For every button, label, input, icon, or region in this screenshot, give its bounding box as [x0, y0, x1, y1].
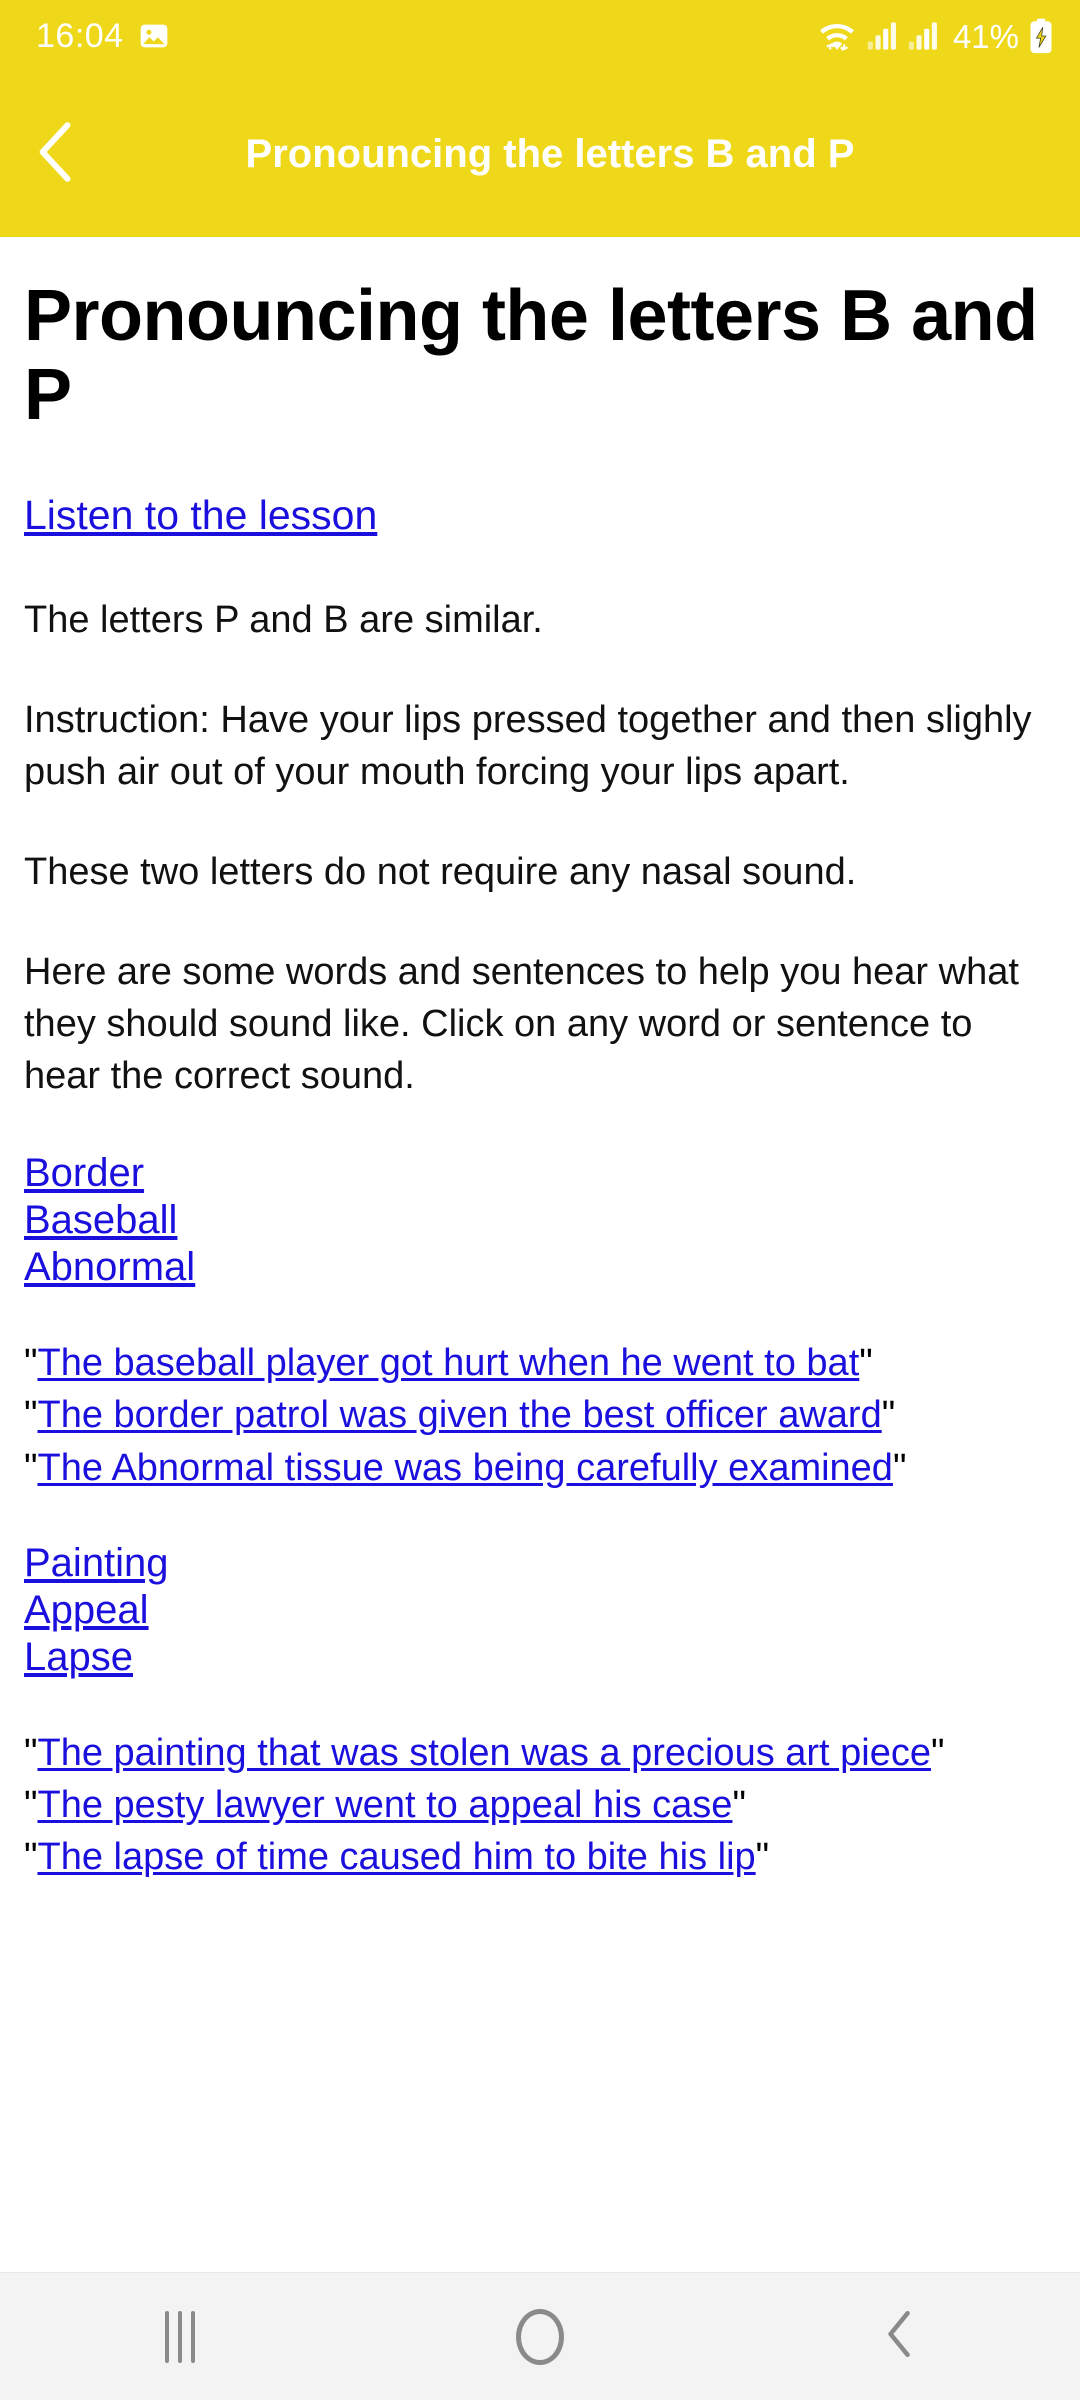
sentence-link-painting[interactable]: The painting that was stolen was a preci…	[38, 1732, 932, 1774]
quote-close: "	[892, 1446, 907, 1489]
sentence-list-b: "The baseball player got hurt when he we…	[24, 1337, 1056, 1493]
list-item: "The Abnormal tissue was being carefully…	[24, 1442, 1056, 1494]
list-item: Lapse	[24, 1634, 1056, 1681]
list-item: "The lapse of time caused him to bite hi…	[24, 1831, 1056, 1883]
paragraph-letters-similar: The letters P and B are similar.	[24, 598, 543, 641]
paragraph-nasal-sound: These two letters do not require any nas…	[24, 850, 857, 893]
list-item: "The painting that was stolen was a prec…	[24, 1727, 1056, 1779]
list-item: Appeal	[24, 1587, 1056, 1634]
word-link-lapse[interactable]: Lapse	[24, 1634, 133, 1681]
sentence-link-border[interactable]: The border patrol was given the best off…	[38, 1394, 882, 1436]
back-nav-button[interactable]	[800, 2273, 1000, 2400]
list-item: "The border patrol was given the best of…	[24, 1389, 1056, 1441]
battery-percent: 41%	[952, 17, 1019, 55]
status-bar-right: 41%	[816, 18, 1054, 54]
word-link-appeal[interactable]: Appeal	[24, 1587, 149, 1634]
battery-charging-icon	[1028, 18, 1054, 54]
recents-button[interactable]	[80, 2273, 280, 2400]
quote-open: "	[24, 1394, 38, 1437]
status-bar: 16:04 41%	[0, 0, 1080, 72]
quote-close: "	[931, 1732, 945, 1775]
sentence-link-appeal[interactable]: The pesty lawyer went to appeal his case	[38, 1784, 733, 1826]
page-title: Pronouncing the letters B and P	[24, 276, 1038, 436]
quote-close: "	[881, 1394, 896, 1437]
back-icon	[883, 2309, 917, 2364]
word-list-b: Border Baseball Abnormal	[24, 1150, 1056, 1292]
home-icon	[516, 2308, 564, 2365]
quote-open: "	[24, 1342, 38, 1385]
listen-to-the-lesson-link[interactable]: Listen to the lesson	[24, 492, 377, 538]
sentence-link-abnormal[interactable]: The Abnormal tissue was being carefully …	[38, 1447, 893, 1489]
status-time: 16:04	[36, 17, 124, 55]
app-bar: Pronouncing the letters B and P	[0, 72, 1080, 237]
status-bar-left: 16:04	[36, 19, 170, 53]
chevron-left-icon	[33, 119, 79, 190]
word-link-abnormal[interactable]: Abnormal	[24, 1244, 195, 1291]
list-item: Border	[24, 1150, 1056, 1197]
app-bar-title: Pronouncing the letters B and P	[245, 132, 855, 177]
word-link-baseball[interactable]: Baseball	[24, 1197, 177, 1244]
word-link-border[interactable]: Border	[24, 1150, 144, 1197]
list-item: "The baseball player got hurt when he we…	[24, 1337, 1056, 1389]
phone-screen: 16:04 41% Pronouncing the letters B and …	[0, 0, 1080, 2400]
image-icon	[138, 20, 170, 52]
paragraph-click-instructions: Here are some words and sentences to hel…	[24, 950, 1019, 1097]
paragraph-instruction: Instruction: Have your lips pressed toge…	[24, 698, 1032, 793]
sentence-list-p: "The painting that was stolen was a prec…	[24, 1727, 1056, 1883]
listen-link-row: Listen to the lesson	[24, 487, 1056, 543]
word-list-p: Painting Appeal Lapse	[24, 1540, 1056, 1682]
quote-close: "	[732, 1784, 746, 1827]
quote-close: "	[755, 1836, 770, 1879]
recents-icon	[165, 2310, 195, 2363]
signal-icon	[908, 21, 940, 51]
list-item: "The pesty lawyer went to appeal his cas…	[24, 1779, 1056, 1831]
list-item: Abnormal	[24, 1244, 1056, 1291]
quote-open: "	[24, 1446, 38, 1489]
lesson-content: Pronouncing the letters B and P Listen t…	[0, 237, 1080, 2272]
signal-icon	[867, 21, 899, 51]
word-link-painting[interactable]: Painting	[24, 1540, 169, 1587]
quote-open: "	[24, 1732, 38, 1775]
list-item: Baseball	[24, 1197, 1056, 1244]
quote-open: "	[24, 1784, 38, 1827]
quote-open: "	[24, 1836, 38, 1879]
android-nav-bar	[0, 2272, 1080, 2400]
back-button[interactable]	[0, 72, 112, 237]
list-item: Painting	[24, 1540, 1056, 1587]
sentence-link-baseball[interactable]: The baseball player got hurt when he wen…	[38, 1342, 860, 1384]
quote-close: "	[859, 1342, 873, 1385]
sentence-link-lapse[interactable]: The lapse of time caused him to bite his…	[38, 1836, 756, 1878]
home-button[interactable]	[440, 2273, 640, 2400]
wifi-icon	[816, 19, 858, 53]
